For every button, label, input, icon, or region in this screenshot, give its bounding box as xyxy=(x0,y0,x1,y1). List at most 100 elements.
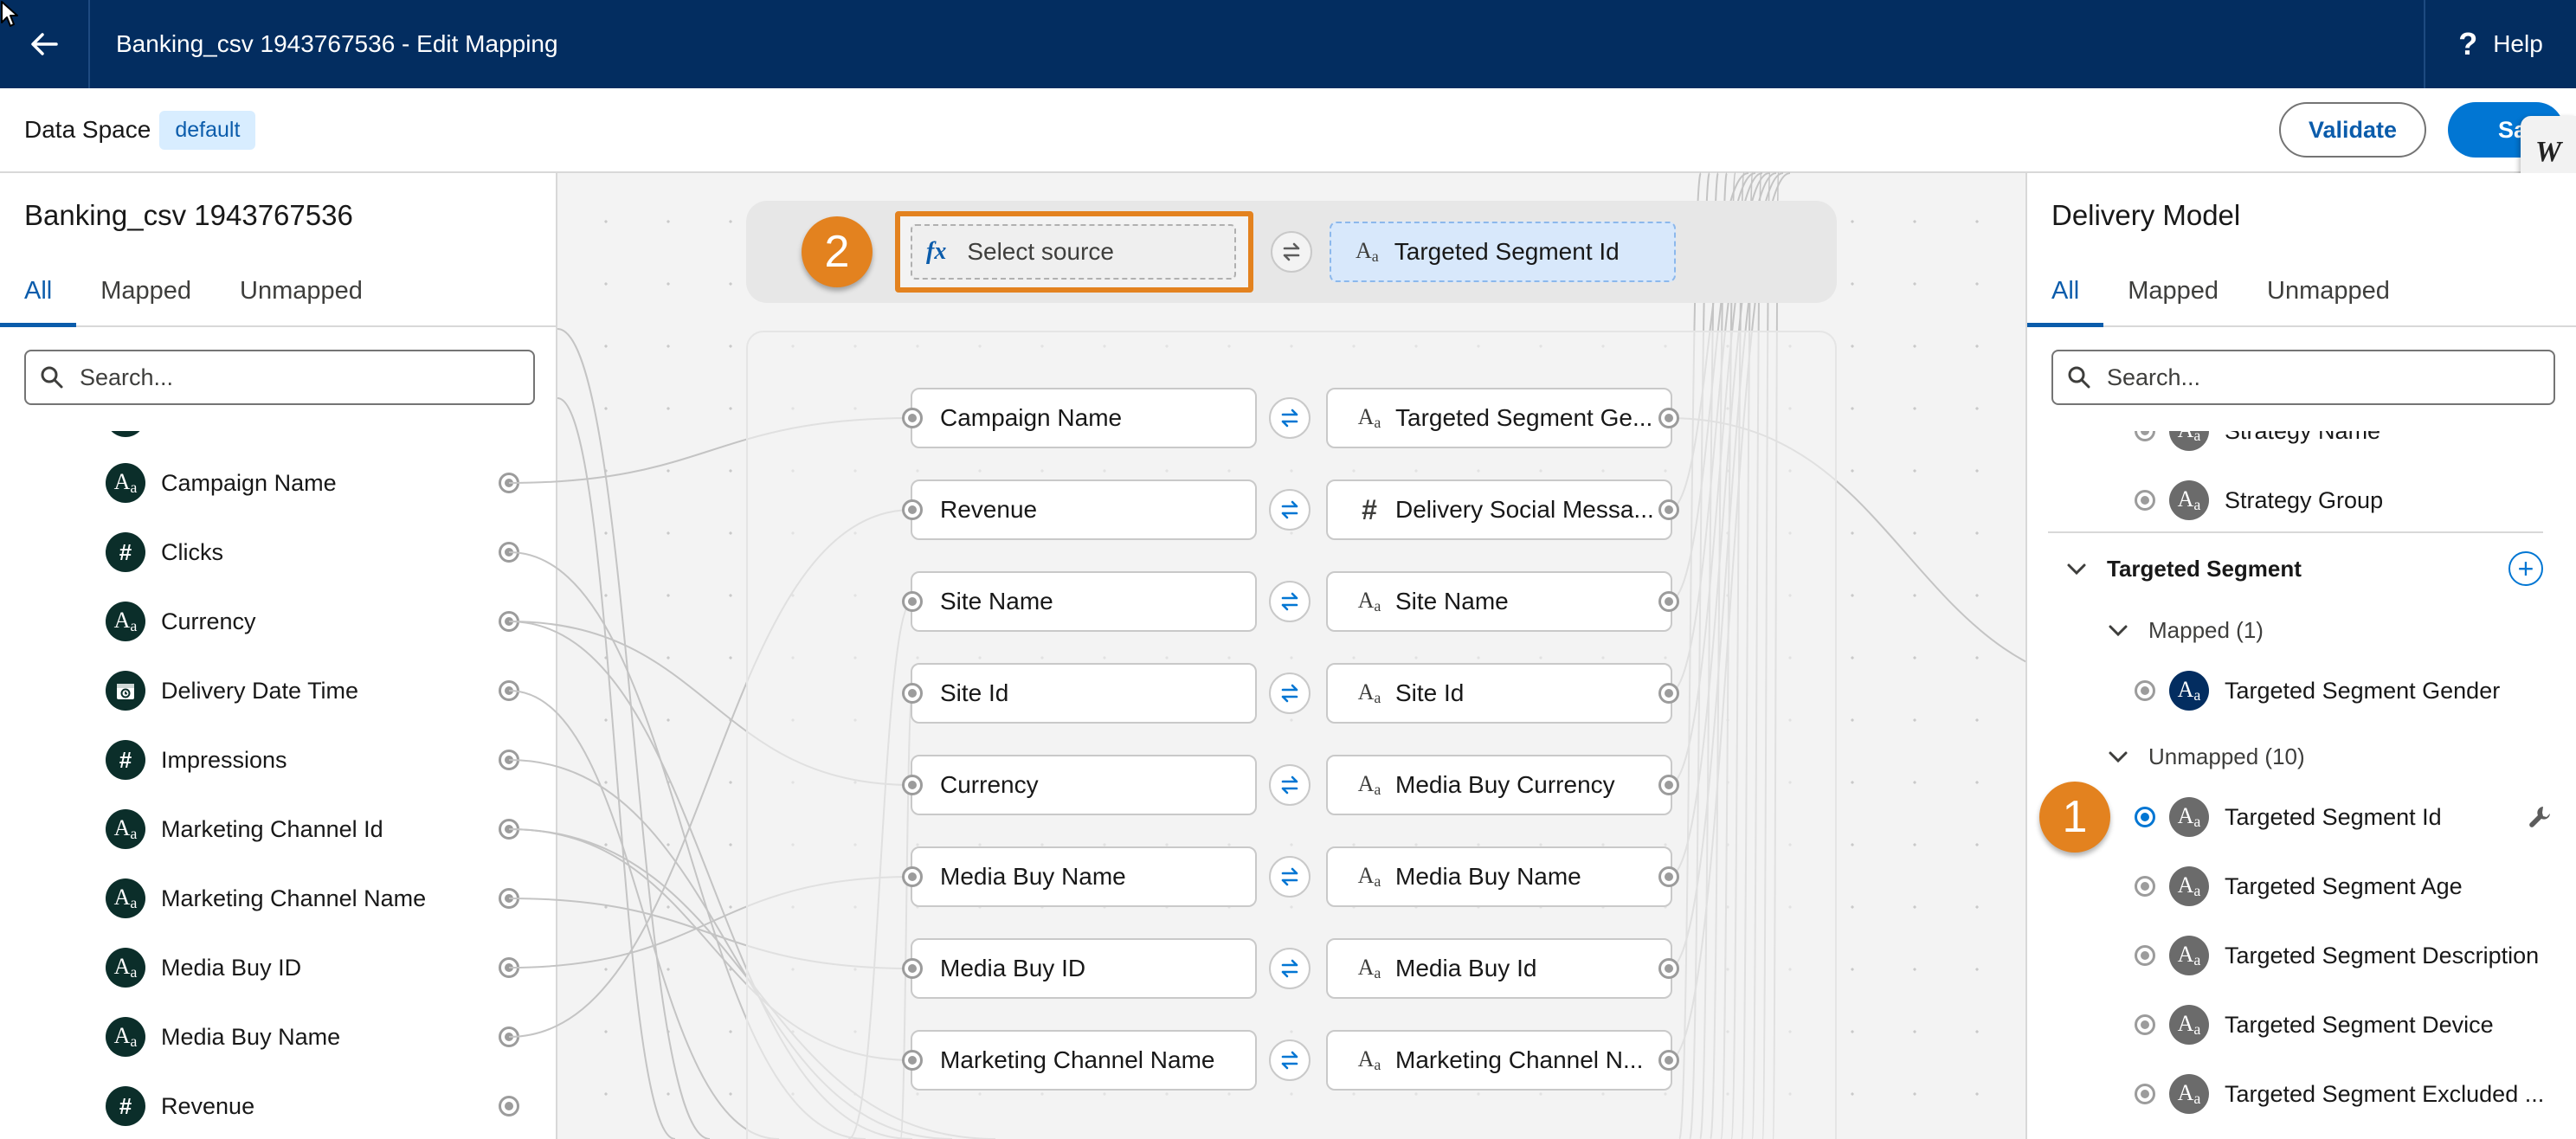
source-search-input[interactable] xyxy=(80,364,495,391)
data-space-badge: default xyxy=(159,110,256,150)
list-item[interactable]: Aa Targeted Segment Age xyxy=(2027,860,2576,912)
unmapped-subgroup-header[interactable]: Unmapped (10) xyxy=(2027,737,2576,775)
connector-dot[interactable] xyxy=(902,408,923,428)
question-icon: ? xyxy=(2458,26,2478,61)
field-label: Targeted Segment Gender xyxy=(2225,677,2501,704)
connector-dot[interactable] xyxy=(902,1050,923,1071)
list-item[interactable]: Aa Targeted Segment Excluded ... xyxy=(2027,1068,2576,1120)
chevron-down-icon xyxy=(2067,563,2086,576)
selected-target-chip[interactable]: Aa Targeted Segment Id xyxy=(1330,222,1676,282)
tab-unmapped[interactable]: Unmapped xyxy=(216,261,387,327)
mapping-target-field[interactable]: Aa Site Id xyxy=(1326,663,1672,724)
select-source-field[interactable]: fx Select source xyxy=(895,211,1253,293)
connector-dot[interactable] xyxy=(2135,945,2155,966)
swap-mapping-button[interactable] xyxy=(1269,1039,1311,1081)
tab-unmapped[interactable]: Unmapped xyxy=(2243,261,2414,327)
connector-dot[interactable] xyxy=(2135,680,2155,701)
text-type-icon: Aa xyxy=(1357,1046,1381,1073)
connector-dot[interactable] xyxy=(902,775,923,795)
connector-dot[interactable] xyxy=(1658,591,1679,612)
mapping-source-field[interactable]: Site Id xyxy=(911,663,1257,724)
mapping-source-field[interactable]: Site Name xyxy=(911,571,1257,632)
connector-dot[interactable] xyxy=(2135,490,2155,511)
mapping-source-field[interactable]: Currency xyxy=(911,755,1257,815)
tab-mapped[interactable]: Mapped xyxy=(2103,261,2243,327)
connector-dot[interactable] xyxy=(902,866,923,887)
text-type-icon: Aa xyxy=(1357,863,1381,890)
data-space-label: Data Space xyxy=(24,116,151,143)
swap-mapping-button[interactable] xyxy=(1269,764,1311,806)
mapping-target-field[interactable]: Aa Media Buy Currency xyxy=(1326,755,1672,815)
validate-button[interactable]: Validate xyxy=(2279,102,2426,158)
wrench-icon[interactable] xyxy=(2526,803,2553,831)
connector-dot[interactable] xyxy=(902,958,923,979)
connector-dot[interactable] xyxy=(2135,876,2155,897)
mapping-target-field[interactable]: Aa Site Name xyxy=(1326,571,1672,632)
mapping-target-field[interactable]: Aa Media Buy Id xyxy=(1326,938,1672,999)
connector-dot[interactable] xyxy=(1658,683,1679,704)
connector-dot[interactable] xyxy=(1658,499,1679,520)
swap-mapping-button[interactable] xyxy=(1269,581,1311,622)
connector-dot[interactable] xyxy=(1658,1050,1679,1071)
connector-dot[interactable] xyxy=(2135,1014,2155,1035)
help-button[interactable]: ? Help xyxy=(2424,0,2576,88)
select-source-dropzone[interactable]: fx Select source xyxy=(911,224,1236,280)
mapping-source-field[interactable]: Media Buy ID xyxy=(911,938,1257,999)
connector-dot[interactable] xyxy=(902,683,923,704)
swap-mapping-button[interactable] xyxy=(1269,672,1311,714)
connector-dot-selected[interactable] xyxy=(2135,807,2155,827)
list-item[interactable]: Aa Strategy Group xyxy=(2027,474,2576,526)
mouse-cursor-icon xyxy=(1,1,18,27)
tab-mapped[interactable]: Mapped xyxy=(76,261,216,327)
mapping-target-field[interactable]: # Delivery Social Messa... xyxy=(1326,479,1672,540)
mapping-source-field[interactable]: Campaign Name xyxy=(911,388,1257,448)
tab-all[interactable]: All xyxy=(2027,261,2104,327)
mapping-target-field[interactable]: Aa Media Buy Name xyxy=(1326,846,1672,907)
tab-all[interactable]: All xyxy=(0,261,77,327)
swap-mapping-button[interactable] xyxy=(1269,948,1311,989)
selected-target-label: Targeted Segment Id xyxy=(1394,238,1620,265)
target-search-input[interactable] xyxy=(2107,364,2522,391)
connector-dot[interactable] xyxy=(1658,866,1679,887)
mapping-target-field[interactable]: Aa Marketing Channel N... xyxy=(1326,1030,1672,1091)
group-header-targeted-segment[interactable]: Targeted Segment + xyxy=(2027,547,2576,590)
list-item[interactable]: Aa Targeted Segment Gender xyxy=(2027,665,2576,717)
connector-dot[interactable] xyxy=(499,819,519,840)
connector-dot[interactable] xyxy=(1658,958,1679,979)
mapped-count-label: Mapped (1) xyxy=(2148,616,2264,643)
mapping-source-field[interactable]: Marketing Channel Name xyxy=(911,1030,1257,1091)
swap-active-button[interactable] xyxy=(1271,231,1312,273)
list-item[interactable]: Aa Targeted Segment Device xyxy=(2027,999,2576,1051)
swap-icon xyxy=(1281,409,1298,428)
mapping-source-field[interactable]: Revenue xyxy=(911,479,1257,540)
step-callout-1: 1 xyxy=(2039,782,2110,853)
connector-dot[interactable] xyxy=(1658,408,1679,428)
search-icon xyxy=(2068,366,2090,389)
connector-dot[interactable] xyxy=(2135,431,2155,441)
add-field-button[interactable]: + xyxy=(2508,551,2543,586)
connector-dot[interactable] xyxy=(1658,775,1679,795)
mapping-source-field[interactable]: Media Buy Name xyxy=(911,846,1257,907)
connector-dot[interactable] xyxy=(902,499,923,520)
connector-dot[interactable] xyxy=(902,591,923,612)
text-type-icon: Aa xyxy=(2169,797,2209,837)
mapped-subgroup-header[interactable]: Mapped (1) xyxy=(2027,611,2576,649)
swap-mapping-button[interactable] xyxy=(1269,856,1311,898)
source-tabs: All Mapped Unmapped xyxy=(0,261,556,327)
connector-dot[interactable] xyxy=(499,542,519,563)
connector-dot[interactable] xyxy=(2135,1084,2155,1104)
swap-mapping-button[interactable] xyxy=(1269,489,1311,531)
mapping-target-field[interactable]: Aa Targeted Segment Ge... xyxy=(1326,388,1672,448)
field-label: Targeted Segment Id xyxy=(2225,803,2442,830)
divider xyxy=(2048,531,2543,533)
swap-mapping-button[interactable] xyxy=(1269,397,1311,439)
connector-dot[interactable] xyxy=(499,1096,519,1116)
list-item[interactable]: Aa Strategy Name xyxy=(2027,431,2576,457)
swap-icon xyxy=(1281,867,1298,886)
swap-icon xyxy=(1281,500,1298,519)
target-search[interactable] xyxy=(2051,350,2555,405)
swap-icon xyxy=(1283,242,1300,261)
text-type-icon: Aa xyxy=(1357,955,1381,981)
field-label: Marketing Channel Id xyxy=(161,815,383,842)
list-item[interactable]: Aa Targeted Segment Description xyxy=(2027,930,2576,981)
